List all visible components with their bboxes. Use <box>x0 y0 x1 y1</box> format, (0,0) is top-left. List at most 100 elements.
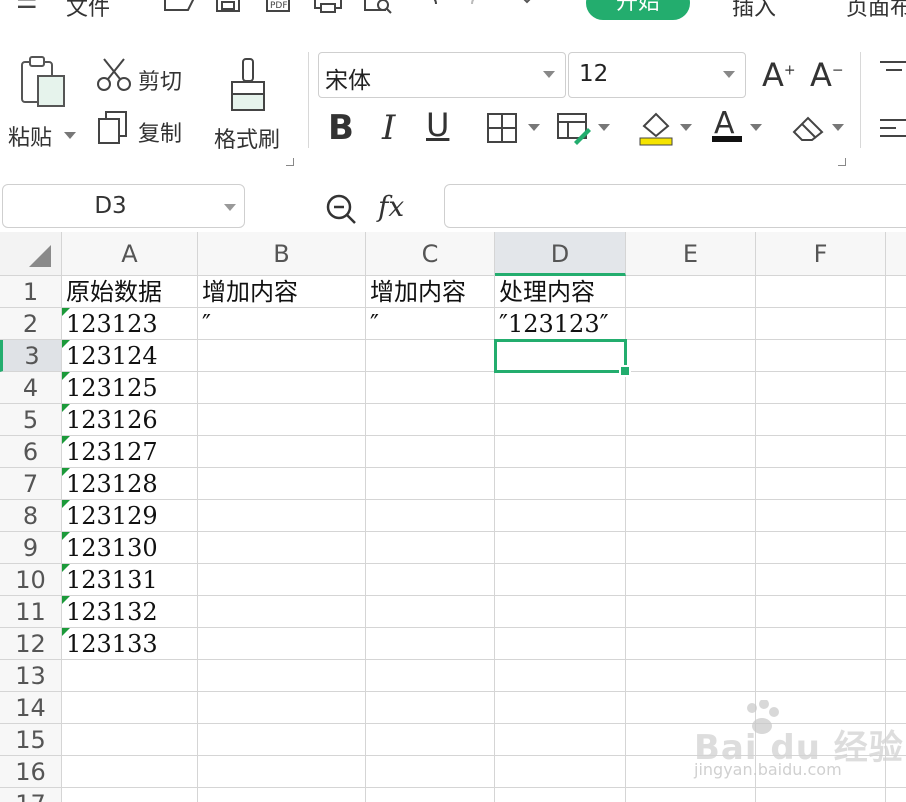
cell-g8[interactable] <box>886 500 906 532</box>
cell-b6[interactable] <box>198 436 366 468</box>
cell-d13[interactable] <box>495 660 626 692</box>
cell-f2[interactable] <box>756 308 886 340</box>
format-painter-button[interactable]: 格式刷 <box>214 122 280 154</box>
open-folder-icon[interactable] <box>162 0 196 16</box>
cell-f17[interactable] <box>756 788 886 802</box>
font-name-select[interactable]: 宋体 <box>318 52 566 98</box>
cell-d6[interactable] <box>495 436 626 468</box>
cell-c2[interactable]: ″ <box>366 308 495 340</box>
paste-button[interactable]: 粘贴 <box>8 120 52 152</box>
cell-f4[interactable] <box>756 372 886 404</box>
column-header-next[interactable] <box>886 232 906 276</box>
cell-e16[interactable] <box>626 756 756 788</box>
cell-d8[interactable] <box>495 500 626 532</box>
cell-g2[interactable] <box>886 308 906 340</box>
cell-a8[interactable]: 123129 <box>62 500 198 532</box>
cell-g9[interactable] <box>886 532 906 564</box>
cell-b13[interactable] <box>198 660 366 692</box>
cell-b10[interactable] <box>198 564 366 596</box>
cell-e7[interactable] <box>626 468 756 500</box>
cell-b16[interactable] <box>198 756 366 788</box>
copy-icon[interactable] <box>96 110 130 146</box>
cell-d4[interactable] <box>495 372 626 404</box>
cell-a12[interactable]: 123133 <box>62 628 198 660</box>
cell-c13[interactable] <box>366 660 495 692</box>
format-painter-icon[interactable] <box>226 58 270 114</box>
column-header-d[interactable]: D <box>495 232 626 276</box>
column-header-a[interactable]: A <box>62 232 198 276</box>
cell-g1[interactable] <box>886 276 906 308</box>
tab-insert[interactable]: 插入 <box>732 0 776 22</box>
cell-d11[interactable] <box>495 596 626 628</box>
cell-g3[interactable] <box>886 340 906 372</box>
cell-b11[interactable] <box>198 596 366 628</box>
cell-b15[interactable] <box>198 724 366 756</box>
cell-a9[interactable]: 123130 <box>62 532 198 564</box>
cell-e9[interactable] <box>626 532 756 564</box>
paste-dropdown-icon[interactable] <box>64 132 76 139</box>
row-header-8[interactable]: 8 <box>0 500 62 532</box>
cell-f5[interactable] <box>756 404 886 436</box>
cell-g17[interactable] <box>886 788 906 802</box>
row-header-13[interactable]: 13 <box>0 660 62 692</box>
row-header-12[interactable]: 12 <box>0 628 62 660</box>
paste-icon[interactable] <box>18 56 68 108</box>
column-header-f[interactable]: F <box>756 232 886 276</box>
cell-c6[interactable] <box>366 436 495 468</box>
cell-e3[interactable] <box>626 340 756 372</box>
cell-a1[interactable]: 原始数据 <box>62 276 198 308</box>
cell-f10[interactable] <box>756 564 886 596</box>
cell-a13[interactable] <box>62 660 198 692</box>
cell-e4[interactable] <box>626 372 756 404</box>
cell-e8[interactable] <box>626 500 756 532</box>
cell-a11[interactable]: 123132 <box>62 596 198 628</box>
cell-c4[interactable] <box>366 372 495 404</box>
cell-d17[interactable] <box>495 788 626 802</box>
row-header-6[interactable]: 6 <box>0 436 62 468</box>
print-preview-icon[interactable] <box>362 0 394 16</box>
cell-c9[interactable] <box>366 532 495 564</box>
fill-handle[interactable] <box>619 365 631 377</box>
cell-e10[interactable] <box>626 564 756 596</box>
cell-a4[interactable]: 123125 <box>62 372 198 404</box>
row-header-16[interactable]: 16 <box>0 756 62 788</box>
cell-g12[interactable] <box>886 628 906 660</box>
tab-page-layout[interactable]: 页面布 <box>846 0 906 22</box>
column-header-c[interactable]: C <box>366 232 495 276</box>
row-header-11[interactable]: 11 <box>0 596 62 628</box>
bold-button[interactable]: B <box>328 108 354 148</box>
row-header-3[interactable]: 3 <box>0 340 62 372</box>
italic-button[interactable]: I <box>382 108 395 148</box>
redo-icon[interactable] <box>464 0 494 16</box>
font-color-dropdown-icon[interactable] <box>750 124 762 131</box>
cell-d9[interactable] <box>495 532 626 564</box>
cell-g11[interactable] <box>886 596 906 628</box>
cell-e14[interactable] <box>626 692 756 724</box>
cell-b17[interactable] <box>198 788 366 802</box>
cell-b7[interactable] <box>198 468 366 500</box>
align-left-icon[interactable] <box>876 116 906 146</box>
cell-a15[interactable] <box>62 724 198 756</box>
eraser-dropdown-icon[interactable] <box>832 124 844 131</box>
cell-f9[interactable] <box>756 532 886 564</box>
cell-c8[interactable] <box>366 500 495 532</box>
cell-a17[interactable] <box>62 788 198 802</box>
cut-button[interactable]: 剪切 <box>138 64 182 96</box>
cell-c17[interactable] <box>366 788 495 802</box>
row-header-2[interactable]: 2 <box>0 308 62 340</box>
name-box[interactable]: D3 <box>2 184 245 228</box>
cell-f7[interactable] <box>756 468 886 500</box>
row-header-5[interactable]: 5 <box>0 404 62 436</box>
font-launcher[interactable] <box>838 158 846 166</box>
cell-d14[interactable] <box>495 692 626 724</box>
cell-b5[interactable] <box>198 404 366 436</box>
cell-b14[interactable] <box>198 692 366 724</box>
scissors-icon[interactable] <box>96 58 132 92</box>
copy-button[interactable]: 复制 <box>138 116 182 148</box>
cell-b1[interactable]: 增加内容 <box>198 276 366 308</box>
cell-g7[interactable] <box>886 468 906 500</box>
cell-e12[interactable] <box>626 628 756 660</box>
cell-g16[interactable] <box>886 756 906 788</box>
cell-g13[interactable] <box>886 660 906 692</box>
row-header-17[interactable]: 17 <box>0 788 62 802</box>
